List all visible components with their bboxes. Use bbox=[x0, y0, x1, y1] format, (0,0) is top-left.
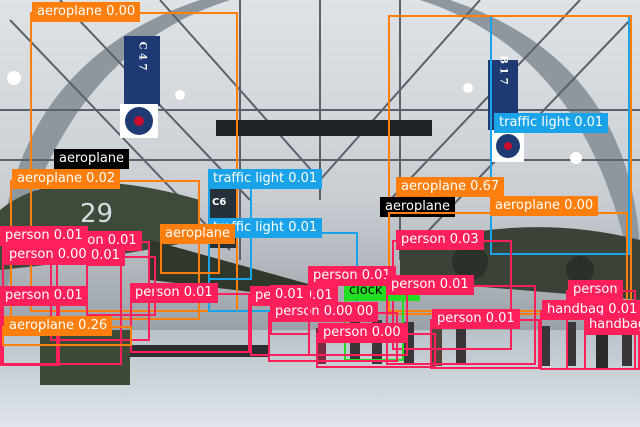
detection-label: aeroplane bbox=[160, 224, 236, 244]
detection-label: 0.01 bbox=[270, 285, 309, 305]
detection-label: aeroplane bbox=[380, 197, 456, 217]
detection-label: person 0.01 bbox=[0, 226, 88, 246]
display-crate bbox=[40, 330, 130, 385]
tail-number: C6 bbox=[212, 197, 226, 208]
detection-label: person bbox=[568, 280, 623, 300]
detection-label: person 0.00 bbox=[4, 245, 92, 265]
banner-text: C 4 7 bbox=[137, 42, 148, 71]
banner-c47: C 4 7 bbox=[120, 36, 160, 138]
display-railing bbox=[130, 345, 270, 357]
hangar-light bbox=[175, 90, 185, 100]
detection-label: handbag bbox=[584, 315, 640, 335]
detection-label: 0.01 bbox=[86, 246, 125, 266]
fuselage-number: 29 bbox=[80, 199, 113, 229]
detection-label: traffic light 0.01 bbox=[208, 169, 323, 189]
detection-label: person 0.01 bbox=[432, 309, 520, 329]
detection-label: aeroplane bbox=[54, 149, 130, 169]
detection-label: person 0.01 bbox=[308, 266, 396, 286]
detection-label: aeroplane 0.00 bbox=[490, 196, 599, 216]
detection-label: person 0.01 bbox=[386, 275, 474, 295]
detection-label: person 0.01 bbox=[0, 286, 88, 306]
detection-scene: C 4 7 B 1 7 C6 29 aeroplane 0.00 traffic… bbox=[0, 0, 640, 427]
hangar-light bbox=[570, 152, 582, 164]
hangar-light bbox=[7, 71, 21, 85]
detection-label: aeroplane 0.00 bbox=[32, 2, 141, 22]
detection-label: aeroplane 0.02 bbox=[12, 169, 121, 189]
detection-label: traffic light 0.01 bbox=[494, 113, 609, 133]
center-beam bbox=[216, 120, 432, 136]
detection-label: person 0.00 bbox=[318, 323, 406, 343]
detection-label: aeroplane 0.67 bbox=[396, 177, 505, 197]
hangar-light bbox=[463, 83, 473, 93]
detection-label: person 0.00 00 bbox=[270, 302, 379, 322]
detection-label: person 0.01 bbox=[130, 283, 218, 303]
detection-label: aeroplane 0.26 bbox=[4, 316, 113, 336]
banner-text: B 1 7 bbox=[498, 55, 509, 84]
detection-label: person 0.03 bbox=[396, 230, 484, 250]
